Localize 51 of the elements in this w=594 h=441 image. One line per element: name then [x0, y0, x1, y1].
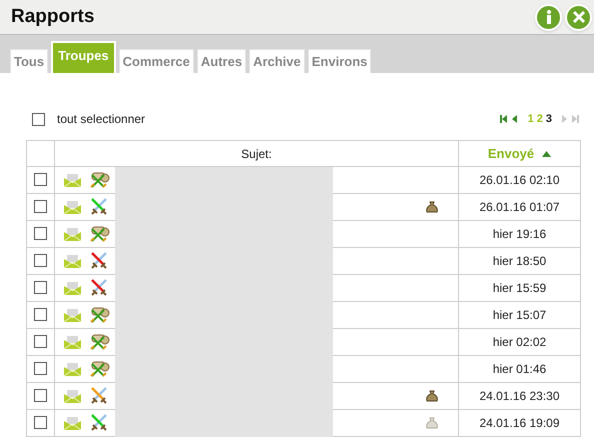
tab[interactable]: Troupes [51, 41, 116, 73]
date-cell: 24.01.16 23:30 [458, 382, 580, 410]
tab[interactable]: Archive [249, 49, 305, 73]
date-cell: hier 18:50 [458, 248, 580, 274]
checkbox[interactable] [34, 200, 47, 212]
sort-ascending-icon [542, 151, 552, 158]
envelope-icon[interactable] [64, 174, 81, 186]
close-button[interactable] [565, 4, 592, 30]
checkbox[interactable] [34, 334, 47, 348]
envelope-icon[interactable] [64, 362, 81, 376]
page-link[interactable]: 3 [546, 110, 552, 128]
first-page-icon[interactable] [500, 114, 508, 124]
envelope-icon[interactable] [64, 416, 81, 430]
column-header[interactable]: Envoyé [458, 140, 580, 166]
envelope-icon[interactable] [64, 228, 81, 240]
envelope-icon[interactable] [64, 308, 81, 322]
envelope-icon[interactable] [64, 390, 81, 402]
envelope-icon[interactable] [64, 254, 81, 268]
previous-page-icon[interactable] [510, 114, 519, 124]
date-cell: hier 15:07 [458, 302, 580, 328]
select-all-label: tout selectionner [57, 111, 146, 128]
date-cell: 26.01.16 01:07 [458, 194, 580, 220]
date-cell: hier 19:16 [458, 220, 580, 248]
date-cell: hier 15:59 [458, 274, 580, 302]
checkbox[interactable] [32, 112, 45, 126]
tab[interactable]: Autres [196, 49, 246, 73]
checkbox[interactable] [34, 388, 47, 402]
tab[interactable]: Tous [10, 49, 48, 73]
close-icon [572, 10, 586, 24]
date-cell: hier 02:02 [458, 328, 580, 356]
date-cell: 26.01.16 02:10 [458, 166, 580, 194]
checkbox[interactable] [34, 226, 47, 240]
column-header[interactable]: Sujet: [54, 140, 458, 166]
checkbox[interactable] [34, 280, 47, 294]
info-button[interactable] [535, 4, 562, 30]
date-cell: 24.01.16 19:09 [458, 410, 580, 436]
tab[interactable]: Commerce [118, 49, 194, 73]
checkbox[interactable] [34, 416, 47, 428]
envelope-icon[interactable] [64, 282, 81, 294]
checkbox[interactable] [34, 172, 47, 186]
checkbox[interactable] [34, 362, 47, 374]
page-link[interactable]: 1 [528, 110, 534, 128]
tab[interactable]: Environs [308, 49, 372, 73]
window-title: Rapports [11, 4, 94, 29]
checkbox[interactable] [34, 254, 47, 266]
checkbox[interactable] [34, 308, 47, 320]
envelope-icon[interactable] [64, 336, 81, 348]
date-cell: hier 01:46 [458, 356, 580, 382]
info-icon [546, 10, 552, 24]
envelope-icon[interactable] [64, 200, 81, 214]
page-link[interactable]: 2 [536, 110, 543, 128]
